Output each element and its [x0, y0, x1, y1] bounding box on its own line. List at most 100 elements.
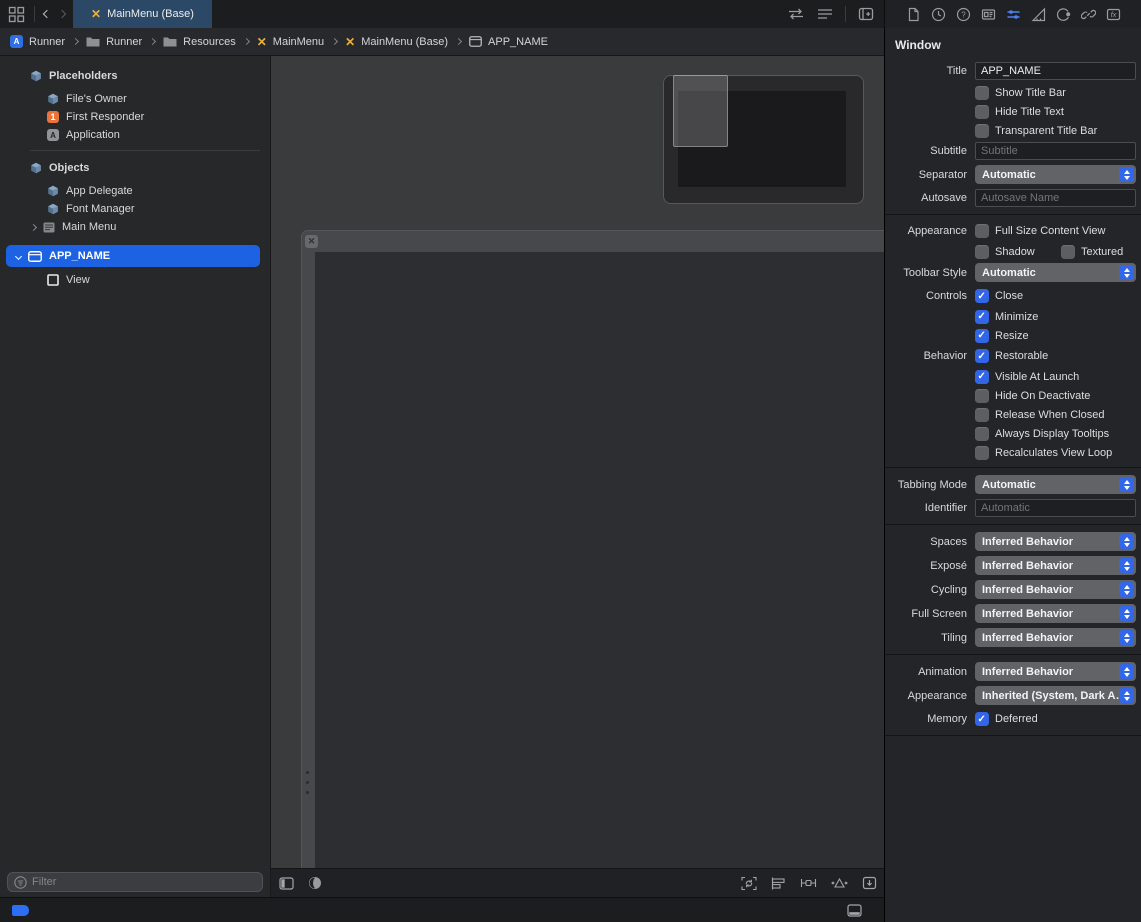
menu-panel-overlay[interactable]: [673, 75, 728, 147]
autosave-field[interactable]: Autosave Name: [975, 189, 1136, 207]
title-field[interactable]: APP_NAME: [975, 62, 1136, 80]
checkbox-transparent-title-bar[interactable]: Transparent Title Bar: [975, 123, 1141, 138]
animation-popup[interactable]: Inferred Behavior: [975, 662, 1136, 681]
resolve-autolayout-icon[interactable]: [831, 876, 848, 890]
popup-stepper-icon: [1119, 477, 1134, 492]
breadcrumb-separator: [72, 38, 79, 45]
checkbox-visible-at-launch[interactable]: Visible At Launch: [975, 369, 1141, 384]
size-inspector-icon[interactable]: [1031, 7, 1046, 22]
cube-icon: [30, 70, 42, 82]
separator-popup[interactable]: Automatic: [975, 165, 1136, 184]
canvas-toolbar: [271, 868, 885, 897]
checkbox-full-size-content-view[interactable]: Full Size Content View: [975, 224, 1105, 239]
connections-inspector-icon[interactable]: [1056, 7, 1071, 22]
identity-inspector-icon[interactable]: [981, 7, 996, 22]
spaces-popup[interactable]: Inferred Behavior: [975, 532, 1136, 551]
cycling-popup[interactable]: Inferred Behavior: [975, 580, 1136, 599]
disclosure-chevron-icon[interactable]: [30, 223, 37, 230]
checkbox-recalculates-view-loop[interactable]: Recalculates View Loop: [975, 445, 1141, 460]
field-label: Subtitle: [885, 145, 967, 157]
bottom-bar-toggle-icon[interactable]: [847, 904, 862, 917]
field-label: Memory: [885, 713, 967, 725]
breadcrumb-item-group[interactable]: Resources: [163, 36, 236, 48]
tiling-popup[interactable]: Inferred Behavior: [975, 628, 1136, 647]
outline-section-objects[interactable]: Objects: [0, 157, 270, 178]
add-constraints-icon[interactable]: [800, 876, 817, 890]
embed-in-icon[interactable]: [862, 876, 877, 890]
checkbox-hide-on-deactivate[interactable]: Hide On Deactivate: [975, 388, 1141, 403]
tabbing-mode-popup[interactable]: Automatic: [975, 475, 1136, 494]
quick-help-inspector-icon[interactable]: ?: [956, 7, 971, 22]
outline-toggle-icon[interactable]: [279, 877, 294, 890]
xib-file-icon: ✕: [345, 36, 355, 48]
outline-item-app-delegate[interactable]: App Delegate: [0, 182, 270, 200]
expose-popup[interactable]: Inferred Behavior: [975, 556, 1136, 575]
disclosure-chevron-icon[interactable]: [15, 252, 22, 259]
field-label: Separator: [885, 169, 967, 181]
popup-stepper-icon: [1119, 688, 1134, 703]
checkbox-minimize[interactable]: Minimize: [975, 309, 1141, 324]
checkbox-show-title-bar[interactable]: Show Title Bar: [975, 85, 1141, 100]
code-review-icon[interactable]: [787, 8, 805, 20]
forward-button[interactable]: [58, 10, 66, 18]
bindings-inspector-icon[interactable]: [1081, 7, 1096, 22]
attributes-inspector-icon[interactable]: [1006, 7, 1021, 22]
activity-pill[interactable]: [12, 905, 29, 916]
outline-item-main-menu[interactable]: Main Menu: [0, 218, 270, 236]
full-screen-popup[interactable]: Inferred Behavior: [975, 604, 1136, 623]
checkbox-always-display-tooltips[interactable]: Always Display Tooltips: [975, 426, 1141, 441]
history-inspector-icon[interactable]: [931, 7, 946, 22]
window-content-view[interactable]: [315, 252, 885, 868]
checkbox-close[interactable]: Close: [975, 289, 1023, 304]
checkbox-release-when-closed[interactable]: Release When Closed: [975, 407, 1141, 422]
interface-builder-canvas[interactable]: ✕: [270, 56, 884, 897]
outline-item-first-responder[interactable]: 1 First Responder: [0, 108, 270, 126]
outline-item-app-name-selected[interactable]: APP_NAME: [6, 245, 260, 267]
editor-options-icon[interactable]: [817, 8, 833, 20]
breadcrumb-item-object[interactable]: APP_NAME: [469, 36, 548, 48]
close-icon[interactable]: ✕: [305, 235, 318, 248]
outline-item-view[interactable]: View: [0, 271, 270, 289]
checkbox-restorable[interactable]: Restorable: [975, 349, 1048, 364]
field-label: Toolbar Style: [885, 267, 967, 279]
file-inspector-icon[interactable]: [906, 7, 921, 22]
breadcrumb-item-file[interactable]: ✕ MainMenu: [257, 36, 324, 48]
breadcrumb-item-group[interactable]: Runner: [86, 36, 142, 48]
outline-section-placeholders[interactable]: Placeholders: [0, 65, 270, 86]
editor-layout-grid-icon[interactable]: [8, 6, 25, 23]
appearance-popup[interactable]: Inherited (System, Dark A…: [975, 686, 1136, 705]
update-frames-icon[interactable]: [741, 876, 757, 891]
align-icon[interactable]: [771, 877, 786, 890]
tab-mainmenu-base[interactable]: ✕ MainMenu (Base): [73, 0, 212, 28]
breadcrumb: A Runner Runner Resources ✕ MainMenu ✕ M…: [0, 28, 884, 56]
breadcrumb-item-file[interactable]: ✕ MainMenu (Base): [345, 36, 448, 48]
inspector-tab-strip: ?: [884, 0, 1141, 28]
subtitle-field[interactable]: Subtitle: [975, 142, 1136, 160]
checkbox-shadow[interactable]: Shadow: [975, 244, 1061, 259]
outline-item-application[interactable]: A Application: [0, 126, 270, 144]
checkbox-hide-title-text[interactable]: Hide Title Text: [975, 104, 1141, 119]
checkbox-resize[interactable]: Resize: [975, 328, 1141, 343]
filter-bar: Filter: [0, 867, 270, 897]
resize-grip[interactable]: [306, 771, 309, 794]
outline-item-font-manager[interactable]: Font Manager: [0, 200, 270, 218]
inspector-divider: [885, 524, 1141, 525]
field-label: Exposé: [885, 560, 967, 572]
view-effects-inspector-icon[interactable]: fx: [1106, 7, 1121, 22]
toolbar-style-popup[interactable]: Automatic: [975, 263, 1136, 282]
add-editor-icon[interactable]: [858, 7, 874, 21]
appearance-toggle-icon[interactable]: [308, 876, 322, 890]
project-icon: A: [10, 35, 23, 48]
checkbox: [975, 124, 989, 138]
field-label: Spaces: [885, 536, 967, 548]
checkbox-deferred[interactable]: Deferred: [975, 712, 1038, 727]
checkbox-textured[interactable]: Textured: [1061, 244, 1123, 259]
filter-input[interactable]: Filter: [7, 872, 263, 892]
identifier-field[interactable]: Automatic: [975, 499, 1136, 517]
breadcrumb-item-project[interactable]: A Runner: [10, 35, 65, 48]
popup-stepper-icon: [1119, 606, 1134, 621]
document-outline: Placeholders File's Owner 1 First Respon…: [0, 56, 270, 897]
back-button[interactable]: [43, 10, 51, 18]
app-window-editor[interactable]: ✕: [301, 230, 885, 868]
outline-item-files-owner[interactable]: File's Owner: [0, 90, 270, 108]
